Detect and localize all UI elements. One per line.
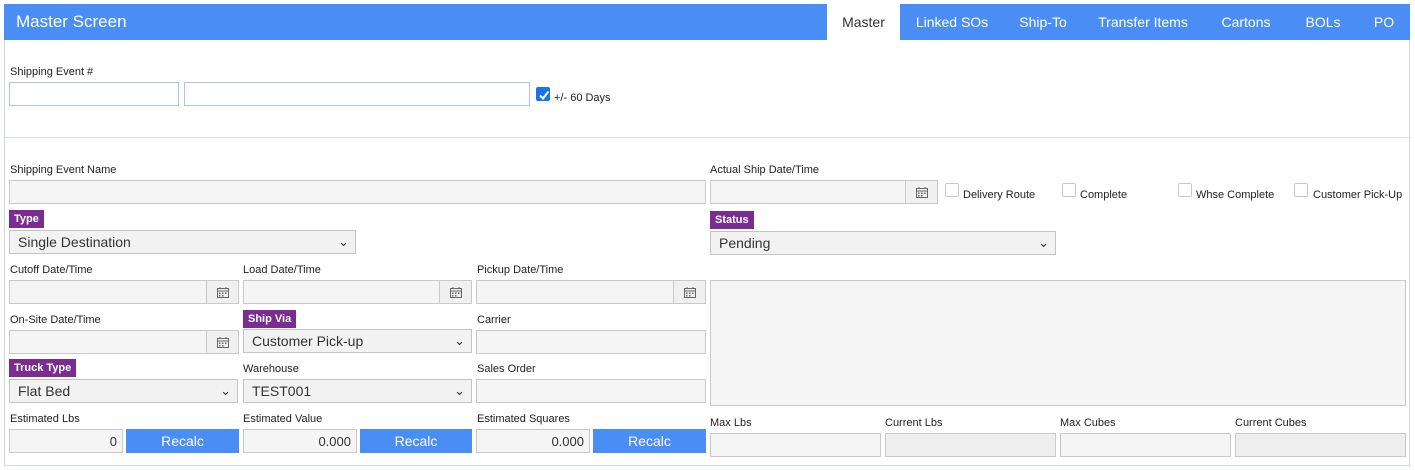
pickup-date-input[interactable] xyxy=(476,280,674,304)
whse-complete-checkbox[interactable] xyxy=(1178,183,1192,197)
status-label: Status xyxy=(710,211,754,229)
notes-textarea[interactable] xyxy=(710,280,1406,406)
current-lbs-input xyxy=(885,433,1056,457)
master-screen-app: Master Screen Master Linked SOs Ship-To … xyxy=(0,0,1415,470)
tab-master[interactable]: Master xyxy=(827,4,900,40)
whse-complete-label: Whse Complete xyxy=(1196,189,1275,201)
estimated-lbs-input[interactable] xyxy=(9,429,123,453)
complete-checkbox[interactable] xyxy=(1062,183,1076,197)
tab-linked-sos[interactable]: Linked SOs xyxy=(900,4,1004,40)
on-site-date-label: On-Site Date/Time xyxy=(10,314,101,326)
current-lbs-label: Current Lbs xyxy=(885,417,943,429)
estimated-lbs-label: Estimated Lbs xyxy=(10,413,80,425)
calendar-icon xyxy=(217,337,229,348)
check-icon xyxy=(539,90,550,101)
calendar-icon xyxy=(684,287,696,298)
on-site-date-picker[interactable] xyxy=(207,330,239,354)
actual-ship-date-label: Actual Ship Date/Time xyxy=(710,164,820,176)
estimated-squares-label: Estimated Squares xyxy=(477,413,570,425)
shipping-event-name-input[interactable] xyxy=(9,180,706,204)
customer-pick-up-checkbox[interactable] xyxy=(1294,183,1308,197)
ship-via-label: Ship Via xyxy=(243,310,297,328)
recalc-squares-button[interactable]: Recalc xyxy=(593,429,706,453)
chevron-down-icon: ⌄ xyxy=(1038,235,1049,250)
truck-type-label: Truck Type xyxy=(9,359,77,377)
type-label: Type xyxy=(9,210,44,228)
plus-minus-60-days-checkbox[interactable] xyxy=(536,87,550,101)
max-lbs-input[interactable] xyxy=(710,433,881,457)
actual-ship-date-picker[interactable] xyxy=(906,180,938,204)
load-date-input[interactable] xyxy=(243,280,440,304)
cutoff-date-label: Cutoff Date/Time xyxy=(10,264,93,276)
load-date-label: Load Date/Time xyxy=(243,264,321,276)
shipping-event-search-input[interactable] xyxy=(184,82,530,106)
max-cubes-label: Max Cubes xyxy=(1060,417,1116,429)
type-select[interactable]: Single Destination ⌄ xyxy=(9,230,356,254)
tab-ship-to[interactable]: Ship-To xyxy=(1004,4,1082,40)
sales-order-input[interactable] xyxy=(476,379,706,403)
delivery-route-checkbox[interactable] xyxy=(945,183,959,197)
max-cubes-input[interactable] xyxy=(1060,433,1231,457)
cutoff-date-picker[interactable] xyxy=(207,280,239,304)
warehouse-select[interactable]: TEST001 ⌄ xyxy=(243,379,472,403)
on-site-date-input[interactable] xyxy=(9,330,207,354)
pickup-date-picker[interactable] xyxy=(674,280,706,304)
warehouse-label: Warehouse xyxy=(243,363,299,375)
plus-minus-60-days-label: +/- 60 Days xyxy=(554,92,611,104)
carrier-label: Carrier xyxy=(477,314,511,326)
estimated-squares-input[interactable] xyxy=(476,429,590,453)
tab-po[interactable]: PO xyxy=(1358,4,1410,40)
estimated-value-input[interactable] xyxy=(243,429,357,453)
carrier-input[interactable] xyxy=(476,330,706,354)
complete-label: Complete xyxy=(1080,189,1128,201)
pickup-date-label: Pickup Date/Time xyxy=(477,264,564,276)
header-bar: Master Screen Master Linked SOs Ship-To … xyxy=(4,4,1410,40)
sales-order-label: Sales Order xyxy=(477,363,536,375)
current-cubes-label: Current Cubes xyxy=(1235,417,1307,429)
max-lbs-label: Max Lbs xyxy=(710,417,752,429)
calendar-icon xyxy=(916,187,928,198)
cutoff-date-input[interactable] xyxy=(9,280,207,304)
page-title: Master Screen xyxy=(16,12,127,31)
truck-type-select[interactable]: Flat Bed ⌄ xyxy=(9,379,238,403)
warehouse-select-value: TEST001 xyxy=(252,383,312,399)
chevron-down-icon: ⌄ xyxy=(220,383,231,398)
status-select-value: Pending xyxy=(719,235,771,251)
actual-ship-date-input[interactable] xyxy=(710,180,906,204)
customer-pick-up-label: Customer Pick-Up xyxy=(1313,189,1403,201)
tab-cartons[interactable]: Cartons xyxy=(1204,4,1288,40)
chevron-down-icon: ⌄ xyxy=(454,333,465,348)
current-cubes-input xyxy=(1235,433,1406,457)
ship-via-select[interactable]: Customer Pick-up ⌄ xyxy=(243,329,472,353)
estimated-value-label: Estimated Value xyxy=(243,413,323,425)
delivery-route-label: Delivery Route xyxy=(963,189,1036,201)
status-select[interactable]: Pending ⌄ xyxy=(710,231,1056,255)
tab-bols[interactable]: BOLs xyxy=(1288,4,1358,40)
shipping-event-name-label: Shipping Event Name xyxy=(10,164,117,176)
truck-type-select-value: Flat Bed xyxy=(18,383,71,399)
calendar-icon xyxy=(450,287,462,298)
ship-via-select-value: Customer Pick-up xyxy=(252,333,364,349)
shipping-event-number-label: Shipping Event # xyxy=(10,66,94,78)
load-date-picker[interactable] xyxy=(440,280,472,304)
recalc-value-button[interactable]: Recalc xyxy=(360,429,472,453)
calendar-icon xyxy=(217,287,229,298)
type-select-value: Single Destination xyxy=(18,234,131,250)
chevron-down-icon: ⌄ xyxy=(454,383,465,398)
chevron-down-icon: ⌄ xyxy=(338,234,349,249)
tab-transfer-items[interactable]: Transfer Items xyxy=(1082,4,1204,40)
recalc-lbs-button[interactable]: Recalc xyxy=(126,429,239,453)
shipping-event-number-input[interactable] xyxy=(9,82,179,106)
